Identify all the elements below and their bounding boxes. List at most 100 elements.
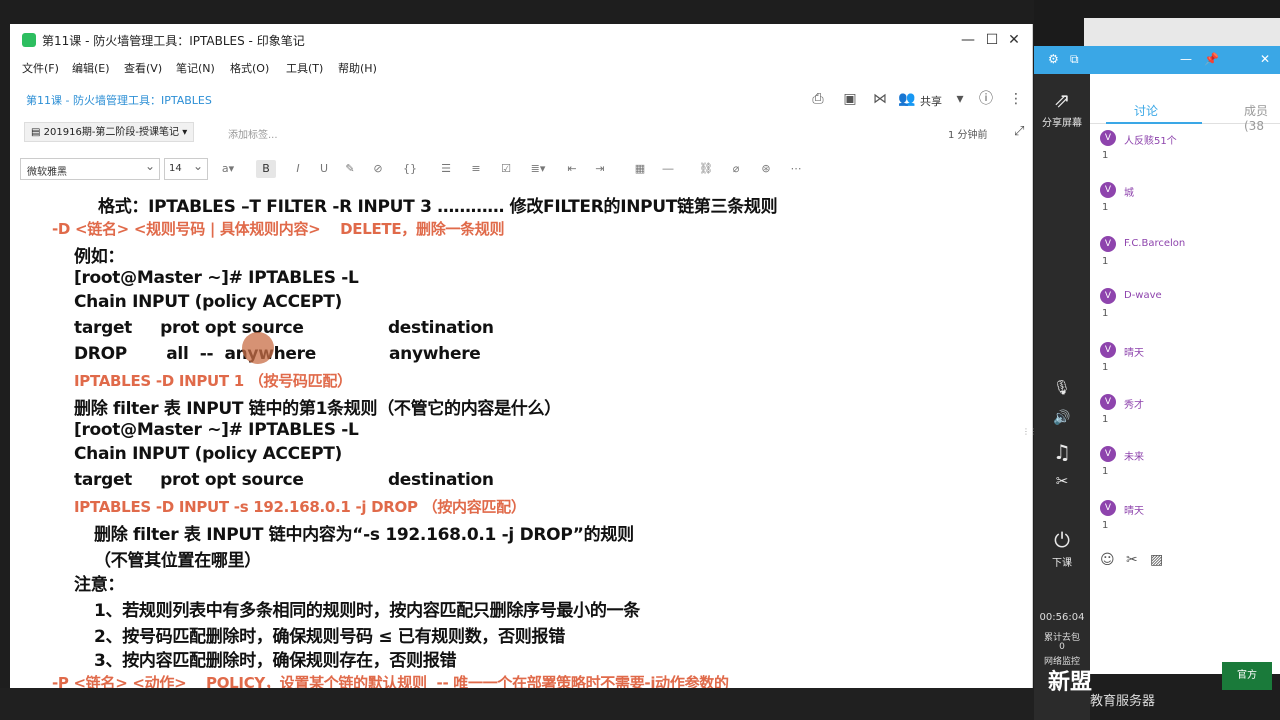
tool-close-icon[interactable]: ✕: [1260, 52, 1270, 66]
tools-button[interactable]: ✂: [1034, 472, 1090, 490]
font-family-select[interactable]: 微软雅黑: [20, 158, 160, 180]
chat-text: 1: [1102, 308, 1109, 319]
indent-icon[interactable]: ⇥: [590, 160, 610, 178]
watermark-logo: 新盟: [1048, 670, 1093, 695]
bullet-list-icon[interactable]: ☰: [436, 160, 456, 178]
share-screen-label: 分享屏幕: [1042, 118, 1082, 129]
encrypt-icon[interactable]: ⊛: [756, 160, 776, 178]
active-tab-indicator: [1106, 122, 1202, 124]
evernote-window: 第11课 - 防火墙管理工具：IPTABLES - 印象笔记 — ☐ ✕ 文件(…: [10, 24, 1038, 688]
chat-text: 1: [1102, 256, 1109, 267]
more-format-icon[interactable]: ⋯: [786, 160, 806, 178]
pointer-highlight: [242, 332, 274, 364]
menu-view[interactable]: 查看(V): [124, 60, 162, 76]
speaker-button[interactable]: 🔊: [1034, 410, 1090, 426]
chat-text: 1: [1102, 466, 1109, 477]
window-icon[interactable]: ⧉: [1070, 52, 1079, 67]
divider-icon[interactable]: ―: [658, 160, 678, 178]
close-button[interactable]: ✕: [992, 28, 1036, 52]
watermark-badge: 官方: [1222, 662, 1272, 690]
mic-icon: 🎙: [1053, 380, 1071, 396]
clear-format-icon[interactable]: ⊘: [368, 160, 388, 178]
content-line: -P <链名> <动作> POLICY，设置某个链的默认规则 -- 唯一一个在部…: [52, 674, 729, 688]
class-sidebar: ⇗ 分享屏幕 🎙 🔊 ♫ ✂ ⏻ 下课 00:56:04 累计去包 0 网络监控: [1034, 74, 1090, 720]
content-line: 删除 filter 表 INPUT 链中内容为“-s 192.168.0.1 -…: [94, 525, 634, 545]
share-screen-icon: ⇗: [1053, 88, 1071, 112]
tab-members[interactable]: 成员(38: [1244, 102, 1280, 133]
settings-icon[interactable]: ⚙: [1048, 52, 1059, 66]
content-line: target prot opt source destination: [74, 470, 494, 490]
add-tag-input[interactable]: 添加标签...: [228, 126, 278, 141]
notebook-selector[interactable]: ▤ 201916期-第二阶段-授课笔记 ▾: [24, 122, 195, 142]
tool-top-band: [1084, 18, 1280, 46]
mic-button[interactable]: 🎙: [1034, 380, 1090, 396]
music-button[interactable]: ♫: [1034, 440, 1090, 464]
image-icon[interactable]: ▨: [1150, 552, 1163, 568]
print-icon[interactable]: ⎙: [808, 90, 828, 108]
avatar: V: [1100, 130, 1116, 146]
screen: 第11课 - 防火墙管理工具：IPTABLES - 印象笔记 — ☐ ✕ 文件(…: [0, 0, 1280, 720]
chat-author: 晴天: [1124, 348, 1144, 359]
content-line: 注意：: [74, 575, 125, 595]
content-line: 2、按号码匹配删除时，确保规则号码 ≤ 已有规则数，否则报错: [94, 627, 565, 647]
menu-note[interactable]: 笔记(N): [176, 60, 215, 76]
note-title-link[interactable]: 第11课 - 防火墙管理工具：IPTABLES: [26, 92, 212, 108]
outdent-icon[interactable]: ⇤: [562, 160, 582, 178]
italic-icon[interactable]: I: [288, 160, 308, 178]
strikethrough-icon[interactable]: ✎: [340, 160, 360, 178]
tool-minimize-icon[interactable]: —: [1180, 52, 1192, 66]
expand-icon[interactable]: ⤢: [1014, 124, 1024, 139]
code-icon[interactable]: {}: [400, 160, 420, 178]
chat-text: 1: [1102, 362, 1109, 373]
emoji-icon[interactable]: ☺: [1100, 552, 1115, 568]
avatar: V: [1100, 182, 1116, 198]
font-size-select[interactable]: 14: [164, 158, 208, 180]
evernote-logo-icon: [22, 33, 36, 47]
attach-icon[interactable]: ⌀: [726, 160, 746, 178]
menu-file[interactable]: 文件(F): [22, 60, 59, 76]
more-icon[interactable]: ⋮: [1006, 90, 1026, 108]
menu-format[interactable]: 格式(O): [230, 60, 269, 76]
content-line: [root@Master ~]# IPTABLES -L: [74, 420, 359, 440]
avatar: V: [1100, 342, 1116, 358]
avatar: V: [1100, 236, 1116, 252]
screenshot-icon[interactable]: ✂: [1126, 552, 1138, 568]
chat-toolbar: ☺ ✂ ▨: [1090, 550, 1280, 574]
avatar: V: [1100, 500, 1116, 516]
menu-bar: 文件(F) 编辑(E) 查看(V) 笔记(N) 格式(O) 工具(T) 帮助(H…: [10, 56, 1032, 78]
content-line: Chain INPUT (policy ACCEPT): [74, 444, 343, 464]
note-body[interactable]: 格式：IPTABLES –T FILTER -R INPUT 3 ………… 修改…: [10, 188, 1020, 688]
checkbox-icon[interactable]: ☑: [496, 160, 516, 178]
underline-icon[interactable]: U: [314, 160, 334, 178]
class-timer: 00:56:04: [1039, 612, 1085, 623]
pin-icon[interactable]: 📌: [1204, 52, 1219, 66]
share-dropdown-icon[interactable]: ▾: [950, 90, 970, 108]
share-screen-button[interactable]: ⇗ 分享屏幕: [1034, 88, 1090, 129]
menu-tools[interactable]: 工具(T): [286, 60, 323, 76]
numbered-list-icon[interactable]: ≡: [466, 160, 486, 178]
content-line: 格式：IPTABLES –T FILTER -R INPUT 3 ………… 修改…: [98, 197, 778, 217]
share-button[interactable]: 共享: [920, 93, 942, 109]
info-icon[interactable]: ⓘ: [976, 90, 996, 108]
content-line: DROP all -- anywhere anywhere: [74, 344, 481, 364]
avatar: V: [1100, 394, 1116, 410]
content-line: 1、若规则列表中有多条相同的规则时，按内容匹配只删除序号最小的一条: [94, 601, 640, 621]
scissors-tool-icon: ✂: [1055, 472, 1069, 490]
share-network-icon[interactable]: ⋈: [870, 90, 890, 108]
align-icon[interactable]: ≣▾: [528, 160, 548, 178]
font-color-icon[interactable]: a▾: [218, 160, 238, 178]
modified-time[interactable]: 1 分钟前: [948, 126, 988, 141]
highlight-icon[interactable]: B: [256, 160, 276, 178]
content-line: 删除 filter 表 INPUT 链中的第1条规则（不管它的内容是什么）: [74, 399, 561, 419]
tool-header: ⚙ ⧉ — 📌 ✕: [1034, 46, 1280, 74]
end-class-button[interactable]: ⏻ 下课: [1034, 528, 1090, 569]
link-icon[interactable]: ⛓: [696, 160, 716, 178]
menu-help[interactable]: 帮助(H): [338, 60, 377, 76]
speaker-icon: 🔊: [1053, 410, 1071, 426]
table-icon[interactable]: ▦: [630, 160, 650, 178]
people-icon[interactable]: 👥: [898, 90, 915, 108]
music-icon: ♫: [1053, 440, 1071, 464]
tab-discussion[interactable]: 讨论: [1134, 102, 1158, 119]
present-icon[interactable]: ▣: [840, 90, 860, 108]
menu-edit[interactable]: 编辑(E): [72, 60, 110, 76]
